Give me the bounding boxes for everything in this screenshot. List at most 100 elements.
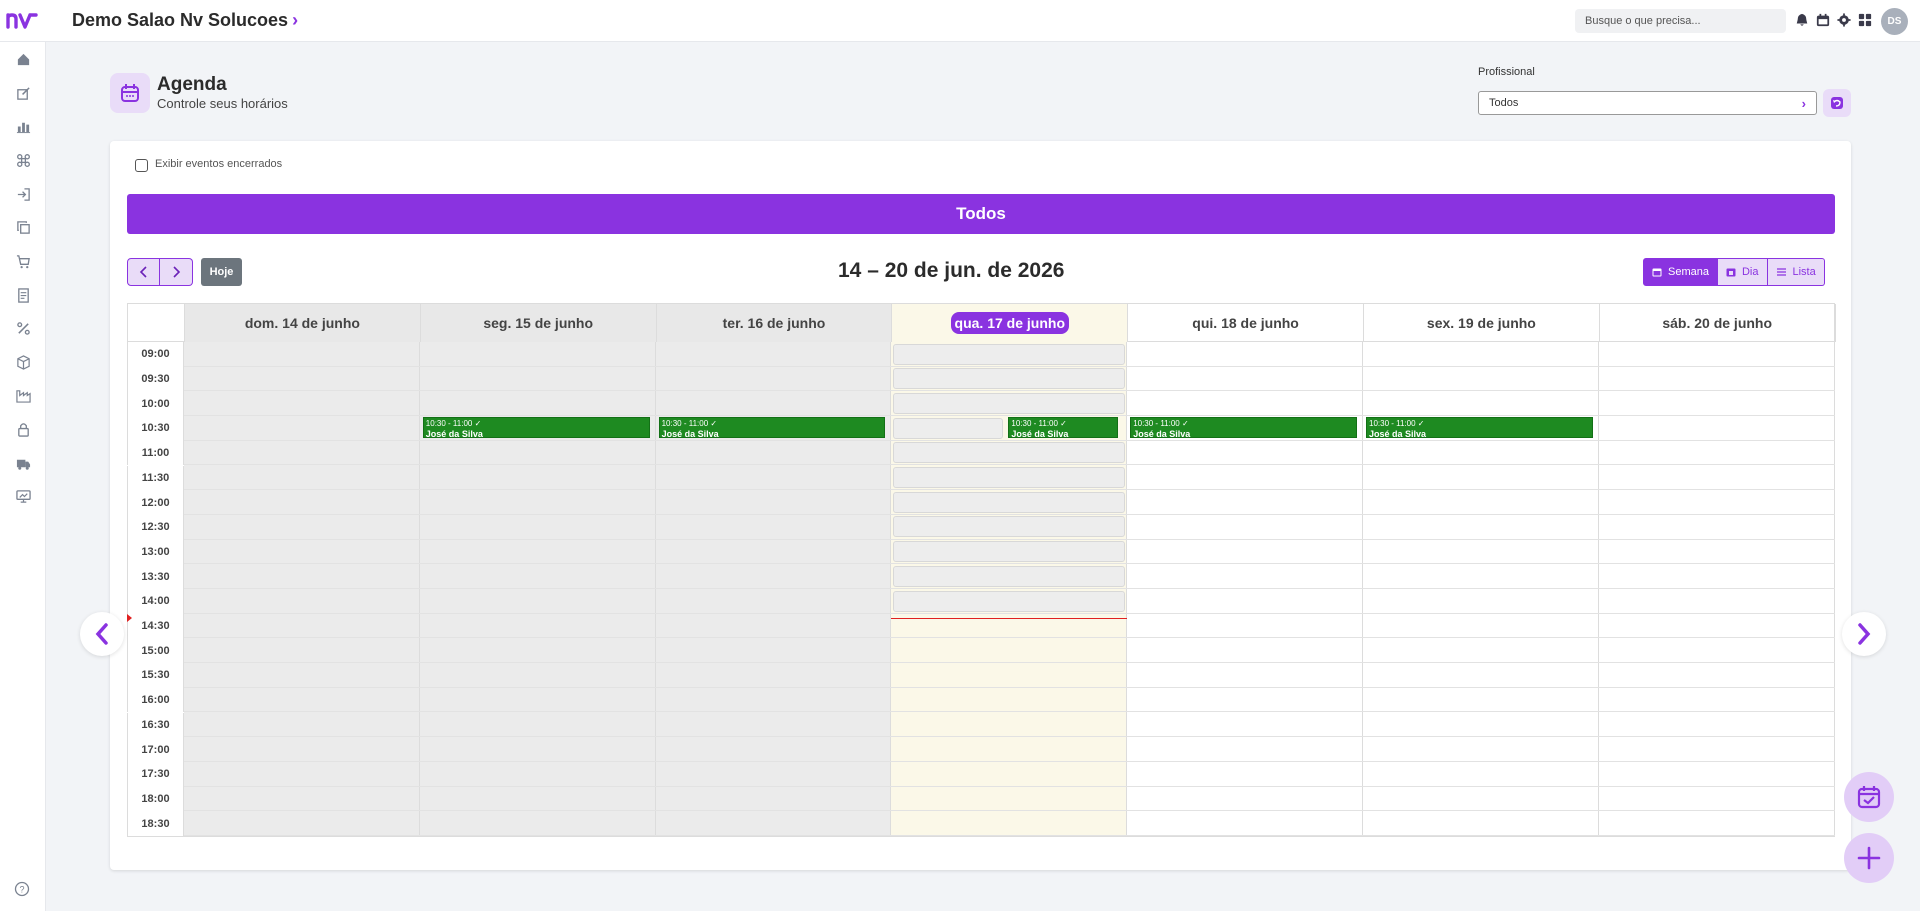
event-time: 10:30 - 11:00 ✓	[1011, 419, 1067, 429]
elapsed-slot	[893, 343, 1126, 365]
truck-icon[interactable]	[14, 454, 32, 472]
calendar-check-icon	[1857, 786, 1881, 809]
day-header[interactable]: dom. 14 de junho	[185, 304, 421, 342]
login-icon[interactable]	[14, 185, 32, 203]
avatar[interactable]: DS	[1881, 8, 1908, 35]
next-page-arrow[interactable]	[1842, 612, 1886, 656]
day-header[interactable]: ter. 16 de junho	[656, 304, 893, 342]
time-label: 11:30	[127, 465, 184, 491]
command-icon[interactable]	[14, 151, 32, 169]
time-slot-row	[127, 638, 1835, 664]
page-title: Agenda	[157, 74, 227, 95]
time-slot-row	[127, 787, 1835, 812]
percent-icon[interactable]	[14, 319, 32, 337]
help-icon[interactable]: ?	[14, 881, 30, 897]
time-slot-row	[127, 713, 1835, 738]
event-time: 10:30 - 11:00 ✓	[661, 419, 718, 429]
day-header[interactable]: seg. 15 de junho	[420, 304, 657, 342]
chevron-right-icon: ›	[1801, 95, 1806, 111]
view-list-button[interactable]: Lista	[1767, 258, 1825, 286]
day-label: qui. 18 de junho	[1192, 315, 1299, 331]
time-label: 14:00	[127, 589, 184, 614]
view-week-button[interactable]: Semana	[1643, 258, 1718, 286]
time-label: 13:30	[127, 564, 184, 589]
event-time: 10:30 - 11:00 ✓	[1369, 419, 1425, 429]
time-label: 13:00	[127, 539, 184, 565]
add-event-fab[interactable]	[1844, 833, 1894, 883]
elapsed-slot	[893, 417, 1004, 439]
time-slot-row	[127, 762, 1835, 787]
factory-icon[interactable]	[14, 386, 32, 404]
apps-grid-icon[interactable]	[1858, 13, 1872, 27]
calendar-event[interactable]: 10:30 - 11:00 ✓ José da Silva	[658, 417, 886, 439]
time-label: 11:00	[127, 440, 184, 466]
bell-icon[interactable]	[1795, 13, 1809, 27]
time-slot-row	[127, 688, 1835, 713]
gear-icon[interactable]	[1837, 13, 1851, 27]
calendar-event[interactable]: 10:30 - 11:00 ✓ José da Silva	[1008, 417, 1119, 439]
view-list-label: Lista	[1792, 266, 1816, 278]
time-label: 16:00	[127, 687, 184, 713]
day-label: dom. 14 de junho	[244, 315, 360, 331]
elapsed-slot	[893, 467, 1126, 488]
day-header[interactable]: sáb. 20 de junho	[1600, 304, 1836, 342]
elapsed-slot	[893, 516, 1126, 538]
event-time: 10:30 - 11:00 ✓	[425, 419, 482, 429]
chevron-right-icon	[1858, 623, 1871, 645]
prev-week-button[interactable]	[127, 258, 160, 286]
view-week-label: Semana	[1668, 266, 1709, 278]
show-closed-label: Exibir eventos encerrados	[155, 158, 283, 170]
time-slot-row	[127, 811, 1835, 836]
elapsed-slot	[893, 590, 1126, 612]
time-label: 12:30	[127, 514, 184, 540]
calendar-icon	[1652, 268, 1662, 277]
profissional-select[interactable]: Todos ›	[1478, 91, 1817, 115]
time-label: 18:30	[127, 811, 184, 836]
current-time-line	[891, 617, 1128, 619]
edit-icon[interactable]	[14, 84, 32, 102]
calendar-icon[interactable]	[1816, 13, 1830, 27]
current-time-arrow	[127, 613, 132, 622]
nv-logo[interactable]	[6, 9, 42, 31]
copy-icon[interactable]	[14, 218, 32, 236]
list-icon	[1776, 268, 1786, 276]
search-input[interactable]	[1575, 9, 1786, 33]
elapsed-slot	[893, 368, 1126, 390]
today-button[interactable]: Hoje	[201, 258, 242, 286]
event-client-name: José da Silva	[1011, 429, 1069, 439]
home-icon[interactable]	[14, 50, 32, 68]
week-navigation	[127, 258, 193, 286]
box-icon[interactable]	[14, 353, 32, 371]
page-subtitle: Controle seus horários	[157, 96, 288, 111]
elapsed-slot	[893, 565, 1126, 587]
event-client-name: José da Silva	[1133, 429, 1191, 439]
next-week-button[interactable]	[160, 258, 193, 286]
show-closed-checkbox[interactable]	[135, 159, 148, 172]
elapsed-slot	[893, 491, 1126, 513]
calendar-bottom-border	[127, 836, 1835, 837]
time-slot-row	[127, 737, 1835, 762]
time-label: 10:00	[127, 391, 184, 417]
calendar-check-fab[interactable]	[1844, 772, 1894, 822]
lock-icon[interactable]	[14, 420, 32, 438]
view-day-button[interactable]: Dia	[1717, 258, 1768, 286]
day-header[interactable]: sex. 19 de junho	[1364, 304, 1600, 342]
time-label: 16:30	[127, 712, 184, 738]
prev-page-arrow[interactable]	[80, 612, 124, 656]
day-header[interactable]: qui. 18 de junho	[1128, 304, 1364, 342]
time-slot-row	[127, 663, 1835, 688]
calendar-event[interactable]: 10:30 - 11:00 ✓ José da Silva	[1130, 417, 1357, 439]
reset-filter-button[interactable]	[1823, 89, 1851, 117]
receipt-icon[interactable]	[14, 286, 32, 304]
top-bar: Demo Salao Nv Solucoes › DS	[0, 0, 1920, 42]
plus-icon	[1857, 846, 1881, 870]
calendar-event[interactable]: 10:30 - 11:00 ✓ José da Silva	[1366, 417, 1593, 439]
view-switcher: Semana Dia Lista	[1643, 258, 1825, 286]
event-client-name: José da Silva	[425, 429, 483, 439]
chart-bar-icon[interactable]	[14, 117, 32, 135]
cart-icon[interactable]	[14, 252, 32, 270]
calendar-event[interactable]: 10:30 - 11:00 ✓ José da Silva	[422, 417, 650, 439]
day-header[interactable]: qua. 17 de junho	[892, 304, 1129, 342]
company-selector[interactable]: Demo Salao Nv Solucoes ›	[72, 10, 298, 31]
presentation-icon[interactable]	[14, 487, 32, 505]
